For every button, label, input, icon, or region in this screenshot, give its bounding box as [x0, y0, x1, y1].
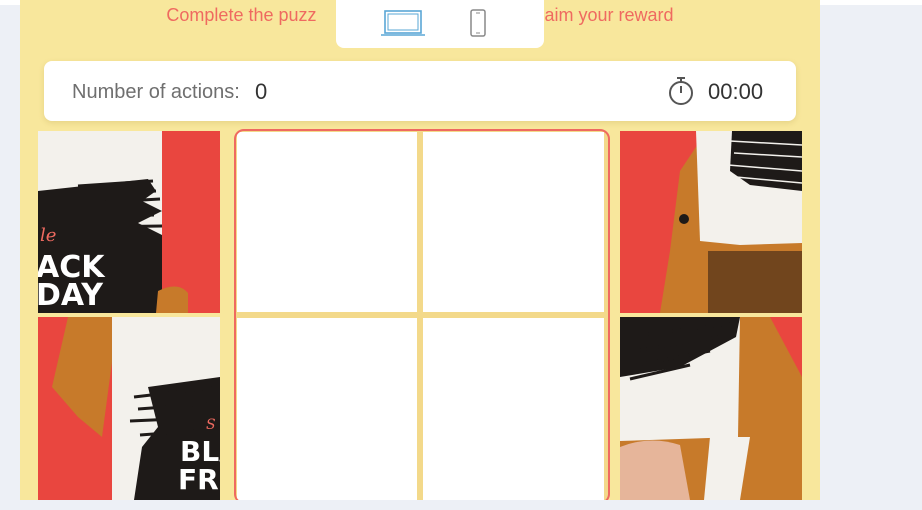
device-switcher	[336, 0, 544, 48]
puzzle-piece-1[interactable]: le ACK DAY	[38, 131, 220, 313]
page-background-panel	[820, 5, 922, 510]
actions-label: Number of actions:	[72, 81, 240, 103]
board-slot-4[interactable]	[423, 318, 604, 500]
poster-image-black-friday: S BLA FRI	[38, 317, 220, 500]
headline-left: Complete the puzz	[166, 5, 317, 25]
headline-right: claim your reward	[531, 5, 674, 25]
stopwatch-icon	[669, 77, 693, 105]
poster-text-line-2: DAY	[38, 278, 104, 313]
desktop-view-button[interactable]	[380, 6, 426, 40]
laptop-icon	[381, 10, 425, 36]
poster-image-black-day: le ACK DAY	[38, 131, 220, 313]
poster-text-line-2: FRI	[178, 463, 220, 496]
actions-count: 0	[255, 79, 268, 104]
board-slot-1[interactable]	[237, 132, 417, 312]
poster-image-jacket-top	[620, 131, 802, 313]
timer-value: 00:00	[708, 79, 764, 104]
board-slot-3[interactable]	[237, 318, 417, 500]
puzzle-piece-4[interactable]	[620, 317, 802, 500]
smartphone-icon	[470, 9, 486, 37]
puzzle-piece-3[interactable]	[620, 131, 802, 313]
poster-script-text: S	[206, 417, 216, 433]
mobile-view-button[interactable]	[462, 6, 494, 40]
stats-bar: Number of actions: 0 00:00	[44, 61, 796, 121]
puzzle-board	[234, 129, 610, 500]
poster-image-jacket-bottom	[620, 317, 802, 500]
puzzle-stage: Complete the puzz claim your reward Numbe…	[20, 0, 820, 500]
poster-script-text: le	[40, 225, 56, 246]
puzzle-piece-2[interactable]: S BLA FRI	[38, 317, 220, 500]
board-slot-2[interactable]	[423, 132, 604, 312]
